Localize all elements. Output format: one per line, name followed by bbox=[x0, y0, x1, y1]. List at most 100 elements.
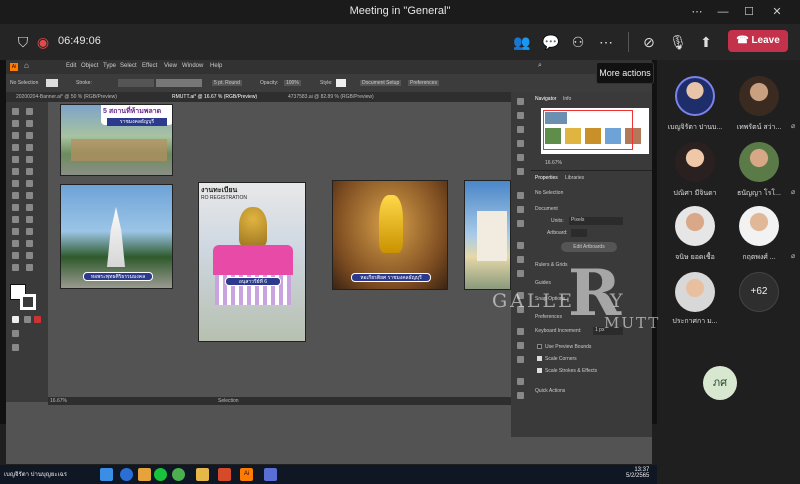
gradient-mode-icon[interactable] bbox=[24, 316, 31, 323]
powerpoint-icon[interactable] bbox=[218, 468, 231, 481]
navigator-zoom[interactable]: 16.67% bbox=[545, 160, 562, 166]
more-participants-button[interactable]: +62 bbox=[739, 272, 779, 312]
opacity-field[interactable]: 100% bbox=[284, 80, 301, 86]
slice-tool-icon[interactable] bbox=[26, 252, 33, 259]
tab-rmutt[interactable]: RMUTT.ai* @ 16.67 % (RGB/Preview) bbox=[172, 94, 257, 100]
windows-start-icon[interactable] bbox=[100, 468, 113, 481]
artboard-monument[interactable]: งานทะเบียน RO REGISTRATION อนุสาวรีย์ที่… bbox=[198, 182, 306, 342]
brush-select[interactable]: 5 pt. Round bbox=[212, 80, 242, 86]
keyboard-increment-field[interactable]: 1 px bbox=[593, 327, 623, 335]
export-panel-icon[interactable] bbox=[517, 392, 524, 399]
menu-edit[interactable]: Edit bbox=[66, 63, 76, 69]
status-zoom[interactable]: 16.67% bbox=[50, 398, 67, 404]
stroke-weight-field[interactable] bbox=[118, 79, 154, 87]
lasso-tool-icon[interactable] bbox=[26, 120, 33, 127]
gradient-panel-icon[interactable] bbox=[517, 256, 524, 263]
color-panel-icon[interactable] bbox=[517, 292, 524, 299]
chrome-icon[interactable] bbox=[172, 468, 185, 481]
curvature-tool-icon[interactable] bbox=[26, 132, 33, 139]
menu-effect[interactable]: Effect bbox=[142, 63, 157, 69]
info-tab[interactable]: Info bbox=[563, 96, 571, 102]
home-icon[interactable]: ⌂ bbox=[24, 61, 29, 70]
free-transform-tool-icon[interactable] bbox=[26, 192, 33, 199]
artboard-partial[interactable] bbox=[464, 180, 511, 290]
teams-taskbar-icon[interactable] bbox=[264, 468, 277, 481]
type-tool-icon[interactable] bbox=[12, 144, 19, 151]
graph-tool-icon[interactable] bbox=[26, 240, 33, 247]
screen-mode-icon[interactable] bbox=[12, 344, 19, 351]
gradient-tool-icon[interactable] bbox=[26, 216, 33, 223]
blend-tool-icon[interactable] bbox=[26, 228, 33, 235]
document-setup-button[interactable]: Document Setup bbox=[360, 80, 402, 86]
transparency-panel-icon[interactable] bbox=[517, 270, 524, 277]
libraries-tab[interactable]: Libraries bbox=[565, 175, 584, 181]
draw-mode-icon[interactable] bbox=[12, 330, 19, 337]
edit-artboards-button[interactable]: Edit Artboards bbox=[561, 242, 617, 252]
shaper-tool-icon[interactable] bbox=[12, 168, 19, 175]
edge-icon[interactable] bbox=[120, 468, 133, 481]
nav-view-box[interactable] bbox=[543, 110, 633, 150]
variable-width-field[interactable] bbox=[156, 79, 202, 87]
more-actions-button[interactable]: ⋯ bbox=[596, 32, 616, 52]
opentype-panel-icon[interactable] bbox=[517, 126, 524, 133]
navigator-preview[interactable] bbox=[541, 108, 649, 154]
paintbrush-tool-icon[interactable] bbox=[26, 156, 33, 163]
graphic-styles-panel-icon[interactable] bbox=[517, 154, 524, 161]
stroke-color-swatch[interactable] bbox=[20, 294, 36, 310]
units-select[interactable]: Pixels bbox=[569, 217, 623, 225]
artboard-tool-icon[interactable] bbox=[12, 252, 19, 259]
eraser-tool-icon[interactable] bbox=[26, 168, 33, 175]
artboard-banner[interactable]: 5 สถานที่ห้ามพลาด ราชมงคลธัญบุรี bbox=[60, 104, 173, 176]
maximize-button[interactable]: ☐ bbox=[736, 2, 762, 22]
symbol-sprayer-tool-icon[interactable] bbox=[12, 240, 19, 247]
transform-panel-icon[interactable] bbox=[517, 356, 524, 363]
close-button[interactable]: ✕ bbox=[764, 2, 790, 22]
navigator-tab[interactable]: Navigator bbox=[535, 96, 556, 102]
self-avatar[interactable]: ภศ bbox=[703, 366, 737, 400]
menu-help[interactable]: Help bbox=[210, 63, 222, 69]
hand-tool-icon[interactable] bbox=[12, 264, 19, 271]
mic-off-icon[interactable]: 🎙 bbox=[668, 32, 688, 52]
minimize-button[interactable]: — bbox=[710, 2, 736, 22]
align-panel-icon[interactable] bbox=[517, 328, 524, 335]
menu-type[interactable]: Type bbox=[103, 63, 116, 69]
stroke-panel-icon[interactable] bbox=[517, 242, 524, 249]
appearance-panel-icon[interactable] bbox=[517, 140, 524, 147]
none-mode-icon[interactable] bbox=[34, 316, 41, 323]
rectangle-tool-icon[interactable] bbox=[12, 156, 19, 163]
tab-4737583[interactable]: 4737583.ai @ 82.89 % (RGB/Preview) bbox=[288, 94, 374, 100]
mesh-tool-icon[interactable] bbox=[12, 216, 19, 223]
artboard-hall-of-fame[interactable]: หอเกียรติยศ ราชมงคลธัญบุรี bbox=[332, 180, 448, 290]
pen-tool-icon[interactable] bbox=[12, 132, 19, 139]
color-guide-panel-icon[interactable] bbox=[517, 306, 524, 313]
swatches-panel-icon[interactable] bbox=[517, 192, 524, 199]
line-tool-icon[interactable] bbox=[26, 144, 33, 151]
properties-tab[interactable]: Properties bbox=[535, 175, 558, 181]
direct-selection-tool-icon[interactable] bbox=[26, 108, 33, 115]
menu-select[interactable]: Select bbox=[120, 63, 137, 69]
camera-off-icon[interactable]: ⊘ bbox=[639, 32, 659, 52]
leave-button[interactable]: ☎ Leave bbox=[728, 30, 788, 52]
file-explorer-icon[interactable] bbox=[138, 468, 151, 481]
character-panel-icon[interactable] bbox=[517, 98, 524, 105]
pathfinder-panel-icon[interactable] bbox=[517, 342, 524, 349]
width-tool-icon[interactable] bbox=[12, 192, 19, 199]
rotate-tool-icon[interactable] bbox=[12, 180, 19, 187]
menu-view[interactable]: View bbox=[164, 63, 177, 69]
menu-object[interactable]: Object bbox=[81, 63, 98, 69]
line-app-icon[interactable] bbox=[154, 468, 167, 481]
more-icon[interactable]: ⋯ bbox=[684, 2, 710, 22]
eyedropper-tool-icon[interactable] bbox=[12, 228, 19, 235]
chat-icon[interactable]: 💬 bbox=[541, 32, 561, 52]
zoom-tool-icon[interactable] bbox=[26, 264, 33, 271]
search-icon[interactable]: ⌕ bbox=[538, 62, 542, 70]
style-swatch[interactable] bbox=[336, 79, 346, 87]
color-mode-icon[interactable] bbox=[12, 316, 19, 323]
symbols-panel-icon[interactable] bbox=[517, 220, 524, 227]
artboard-pagoda[interactable]: หอพระพุทธศิริธรรมมงคล bbox=[60, 184, 173, 289]
brushes-panel-icon[interactable] bbox=[517, 206, 524, 213]
shape-builder-tool-icon[interactable] bbox=[12, 204, 19, 211]
paragraph-panel-icon[interactable] bbox=[517, 112, 524, 119]
folder-icon[interactable] bbox=[196, 468, 209, 481]
scale-tool-icon[interactable] bbox=[26, 180, 33, 187]
